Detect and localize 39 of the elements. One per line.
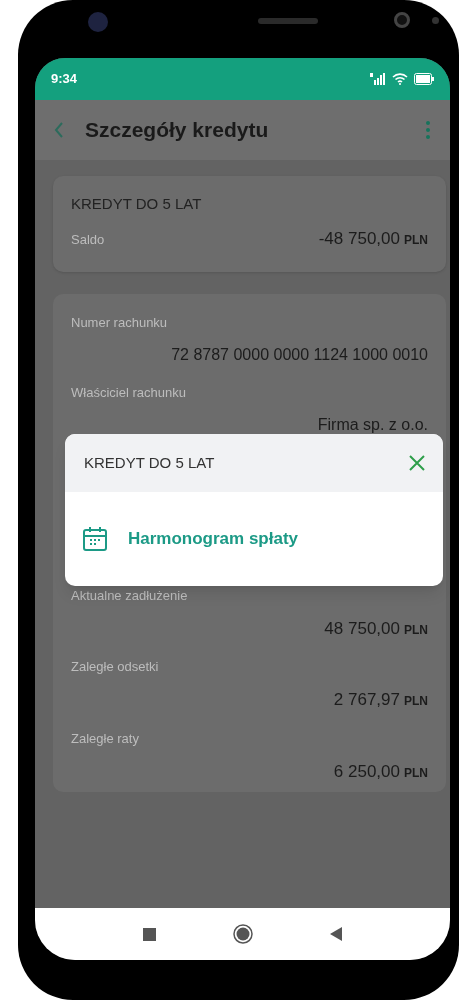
dialog-title: KREDYT DO 5 LAT — [84, 452, 215, 473]
field-label: Numer rachunku — [71, 313, 169, 332]
field-value: Firma sp. z o.o. — [317, 414, 428, 435]
field-value: 72 8787 0000 0000 1124 1000 0010 — [171, 344, 428, 365]
signal-icon — [370, 73, 386, 85]
battery-icon — [414, 73, 434, 85]
close-icon — [409, 455, 425, 471]
card-title: KREDYT DO 5 LAT — [71, 194, 203, 214]
field-label: Zaległe odsetki — [71, 658, 160, 676]
currency-text: PLN — [404, 621, 428, 639]
currency-text: PLN — [404, 693, 428, 710]
amount-text: 2 767,97 — [333, 689, 400, 711]
square-icon — [143, 927, 156, 941]
amount-text: -48 750,00 — [318, 228, 400, 250]
back-chevron-icon — [54, 122, 64, 138]
field-label: Aktualne zadłużenie — [71, 586, 189, 605]
currency-text: PLN — [404, 232, 428, 249]
more-options-icon — [426, 121, 430, 139]
balance-label: Saldo — [71, 231, 105, 249]
home-button[interactable] — [232, 924, 253, 944]
currency-text: PLN — [404, 764, 428, 782]
status-time: 9:34 — [51, 70, 78, 89]
speaker-grille — [258, 18, 318, 24]
calendar-icon — [82, 526, 108, 552]
front-camera-icon — [88, 12, 108, 32]
screen-title: Szczegóły kredytu — [85, 117, 270, 144]
menu-item[interactable]: Harmonogram spłaty — [65, 492, 443, 586]
close-button[interactable] — [407, 453, 427, 473]
back-triangle-icon — [329, 927, 342, 941]
amount-text: 48 750,00 — [324, 617, 400, 640]
field-label: Właściciel rachunku — [71, 383, 187, 402]
recent-apps-button[interactable] — [142, 927, 157, 941]
sensor-icon — [394, 12, 410, 28]
sensor-icon — [432, 17, 439, 24]
wifi-icon — [392, 73, 408, 85]
field-label: Zaległe raty — [71, 729, 140, 748]
amount-text: 6 250,00 — [333, 760, 400, 783]
home-circle-icon — [232, 924, 253, 944]
back-nav-button[interactable] — [328, 927, 343, 941]
